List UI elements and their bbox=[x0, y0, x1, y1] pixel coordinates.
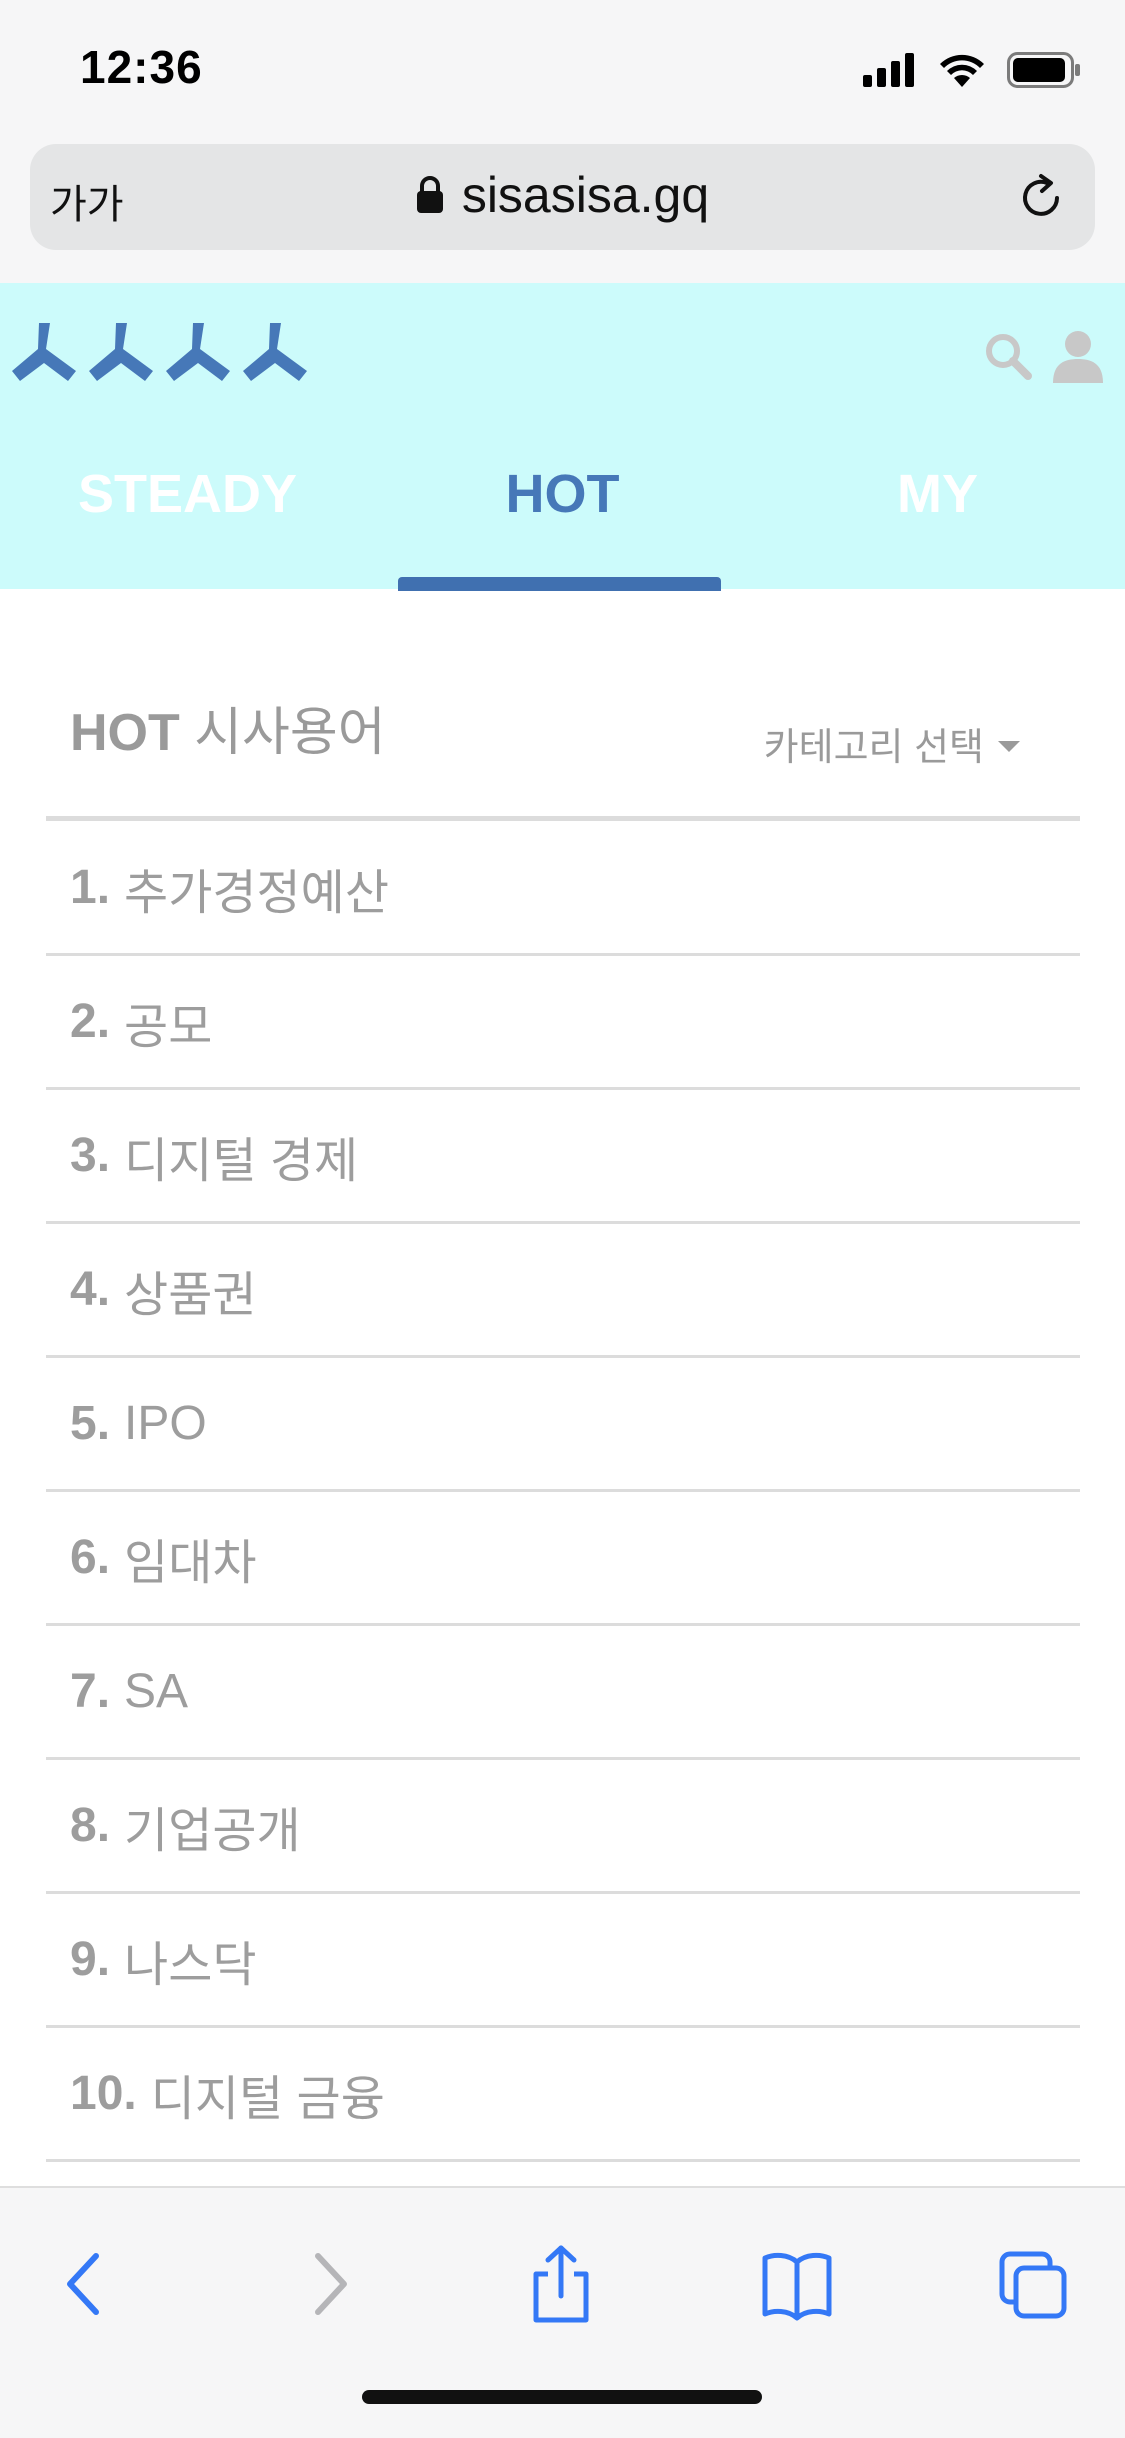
url-text: sisasisa.gq bbox=[461, 167, 710, 223]
site-header: STEADY HOT MY bbox=[0, 283, 1125, 591]
list-item[interactable]: 8. 기업공개 bbox=[46, 1760, 1080, 1894]
lock-icon bbox=[416, 176, 443, 213]
section-divider bbox=[46, 816, 1080, 821]
item-rank: 1. bbox=[70, 861, 111, 914]
item-term: IPO bbox=[124, 1397, 207, 1450]
item-term: 나스닥 bbox=[124, 1938, 257, 1992]
list-item[interactable]: 6. 임대차 bbox=[46, 1492, 1080, 1626]
item-rank: 8. bbox=[70, 1799, 111, 1852]
status-bar: 12:36 bbox=[0, 0, 1125, 140]
item-term: SA bbox=[124, 1665, 189, 1718]
item-term: 디지털 금융 bbox=[150, 2072, 385, 2126]
tab-my[interactable]: MY bbox=[750, 453, 1125, 589]
item-term: 디지털 경제 bbox=[124, 1134, 359, 1188]
browser-address-area: 가가 sisasisa.gq bbox=[0, 120, 1125, 285]
search-icon[interactable] bbox=[983, 331, 1033, 381]
list-item[interactable]: 5. IPO bbox=[46, 1358, 1080, 1492]
cellular-signal-icon bbox=[863, 53, 914, 87]
section-title: HOT 시사용어 bbox=[70, 690, 386, 765]
list-item[interactable]: 9. 나스닥 bbox=[46, 1894, 1080, 2028]
section-title-bold: HOT bbox=[70, 704, 180, 762]
user-icon[interactable] bbox=[1051, 329, 1105, 383]
caret-down-icon bbox=[998, 741, 1020, 752]
item-term: 기업공개 bbox=[124, 1804, 301, 1858]
battery-icon bbox=[1007, 52, 1080, 88]
category-dropdown-label: 카테고리 선택 bbox=[763, 727, 984, 769]
item-rank: 5. bbox=[70, 1397, 111, 1450]
item-rank: 7. bbox=[70, 1665, 111, 1718]
status-time: 12:36 bbox=[80, 41, 203, 93]
list-item[interactable]: 4. 상품권 bbox=[46, 1224, 1080, 1358]
forward-icon[interactable] bbox=[292, 2244, 362, 2324]
tab-hot[interactable]: HOT bbox=[375, 453, 750, 589]
active-tab-indicator bbox=[398, 577, 721, 591]
list-item[interactable]: 1. 추가경정예산 bbox=[46, 822, 1080, 956]
logo-mark bbox=[12, 323, 307, 381]
item-term: 추가경정예산 bbox=[124, 866, 389, 920]
address-bar[interactable]: 가가 sisasisa.gq bbox=[30, 144, 1095, 250]
item-rank: 2. bbox=[70, 995, 111, 1048]
url-display[interactable]: sisasisa.gq bbox=[30, 166, 1095, 224]
list-item[interactable]: 2. 공모 bbox=[46, 956, 1080, 1090]
item-term: 공모 bbox=[124, 1000, 213, 1054]
item-rank: 4. bbox=[70, 1263, 111, 1316]
item-rank: 10. bbox=[70, 2067, 137, 2120]
item-term: 상품권 bbox=[124, 1268, 257, 1322]
main-tabs: STEADY HOT MY bbox=[0, 453, 1125, 589]
site-logo[interactable] bbox=[10, 321, 310, 381]
item-rank: 9. bbox=[70, 1933, 111, 1986]
item-rank: 6. bbox=[70, 1531, 111, 1584]
tab-steady[interactable]: STEADY bbox=[0, 453, 375, 589]
item-term: 임대차 bbox=[124, 1536, 257, 1590]
share-icon[interactable] bbox=[526, 2244, 596, 2324]
home-indicator bbox=[362, 2390, 762, 2404]
bookmarks-icon[interactable] bbox=[762, 2244, 832, 2324]
tabs-icon[interactable] bbox=[998, 2244, 1068, 2324]
list-item[interactable]: 3. 디지털 경제 bbox=[46, 1090, 1080, 1224]
status-icons bbox=[863, 48, 1081, 92]
wifi-icon bbox=[940, 54, 984, 87]
reload-icon[interactable] bbox=[1013, 170, 1069, 226]
back-icon[interactable] bbox=[52, 2244, 122, 2324]
category-dropdown[interactable]: 카테고리 선택 bbox=[764, 716, 1020, 771]
list-item[interactable]: 7. SA bbox=[46, 1626, 1080, 1760]
section-title-rest: 시사용어 bbox=[194, 704, 386, 762]
hot-terms-list: 1. 추가경정예산 2. 공모 3. 디지털 경제 4. 상품권 5. IPO 6. 임대차… bbox=[46, 822, 1080, 2162]
item-rank: 3. bbox=[70, 1129, 111, 1182]
list-item[interactable]: 10. 디지털 금융 bbox=[46, 2028, 1080, 2162]
section-header: HOT 시사용어 카테고리 선택 bbox=[46, 690, 1080, 822]
